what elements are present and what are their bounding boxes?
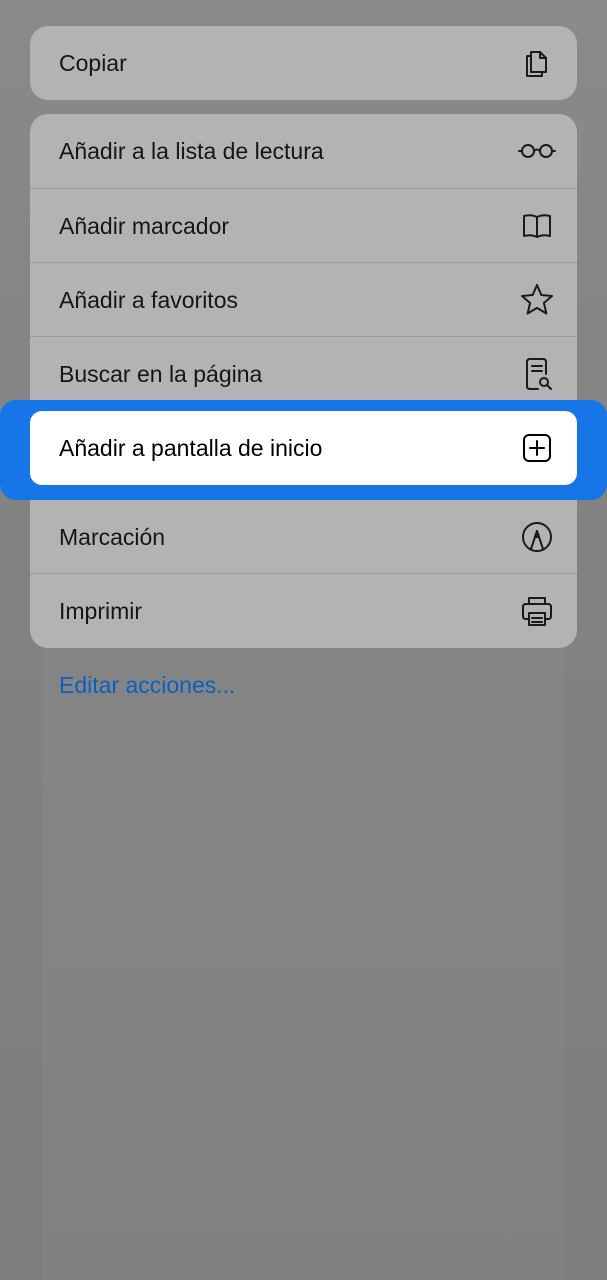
menu-item-print[interactable]: Imprimir (30, 574, 577, 648)
menu-item-copy[interactable]: Copiar (30, 26, 577, 100)
actions-group: Añadir a la lista de lectura Añadir marc… (30, 114, 577, 648)
menu-item-reading-list[interactable]: Añadir a la lista de lectura (30, 114, 577, 188)
menu-item-label: Añadir a favoritos (59, 287, 238, 313)
copy-group: Copiar (30, 26, 577, 100)
book-icon (517, 206, 557, 246)
menu-item-add-favorites[interactable]: Añadir a favoritos (30, 263, 577, 337)
menu-item-add-to-home-screen[interactable]: Añadir a pantalla de inicio (30, 411, 577, 485)
printer-icon (517, 591, 557, 631)
menu-item-label: Imprimir (59, 598, 143, 624)
menu-item-label: Añadir a la lista de lectura (59, 138, 324, 164)
markup-pen-icon (517, 517, 557, 557)
menu-item-add-bookmark[interactable]: Añadir marcador (30, 189, 577, 263)
menu-item-label: Buscar en la página (59, 361, 263, 387)
star-icon (517, 280, 557, 320)
edit-actions-link[interactable]: Editar acciones... (59, 672, 235, 699)
menu-item-label: Marcación (59, 524, 166, 550)
plus-square-icon (517, 428, 557, 468)
menu-item-label: Añadir marcador (59, 213, 230, 239)
menu-item-markup[interactable]: Marcación (30, 500, 577, 574)
background-sheet (42, 620, 565, 1280)
reading-glasses-icon (517, 131, 557, 171)
find-in-page-icon (517, 354, 557, 394)
menu-item-label: Añadir a pantalla de inicio (59, 434, 323, 461)
copy-icon (517, 43, 557, 83)
menu-item-label: Copiar (59, 50, 127, 76)
